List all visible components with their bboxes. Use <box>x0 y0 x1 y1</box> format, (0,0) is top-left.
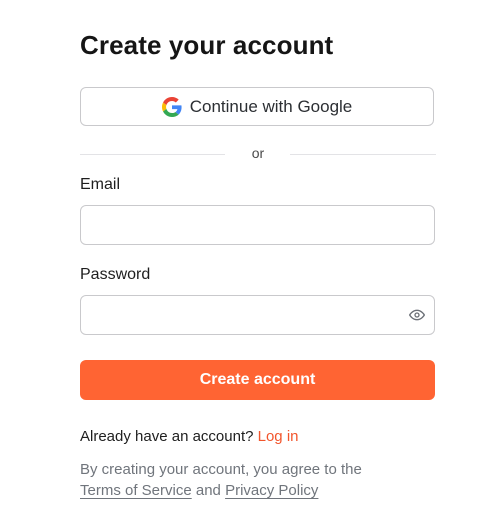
terms-of-service-link[interactable]: Terms of Service <box>80 482 192 499</box>
continue-with-google-label: Continue with Google <box>189 96 353 116</box>
eye-icon[interactable] <box>408 307 426 323</box>
log-in-link[interactable]: Log in <box>258 428 299 445</box>
legal-and-text: and <box>195 482 221 499</box>
legal-text: By creating your account, you agree to t… <box>80 461 362 478</box>
continue-with-google-button[interactable]: Continue with Google <box>80 87 434 126</box>
email-label: Email <box>80 176 121 193</box>
divider-text: or <box>251 145 265 161</box>
password-field-container[interactable] <box>80 295 435 335</box>
page-title: Create your account <box>80 30 334 60</box>
google-icon <box>161 96 182 117</box>
login-prompt: Already have an account? Log in <box>80 428 299 445</box>
privacy-policy-link[interactable]: Privacy Policy <box>225 482 318 499</box>
divider-line-right <box>290 154 436 155</box>
email-field[interactable] <box>81 206 434 244</box>
legal-notice: By creating your account, you agree to t… <box>80 459 362 501</box>
login-prompt-text: Already have an account? <box>80 428 254 445</box>
or-divider: or <box>80 145 436 162</box>
create-account-button[interactable]: Create account <box>80 360 435 400</box>
password-label: Password <box>80 266 151 283</box>
email-field-container[interactable] <box>80 205 435 245</box>
password-field[interactable] <box>81 296 434 334</box>
